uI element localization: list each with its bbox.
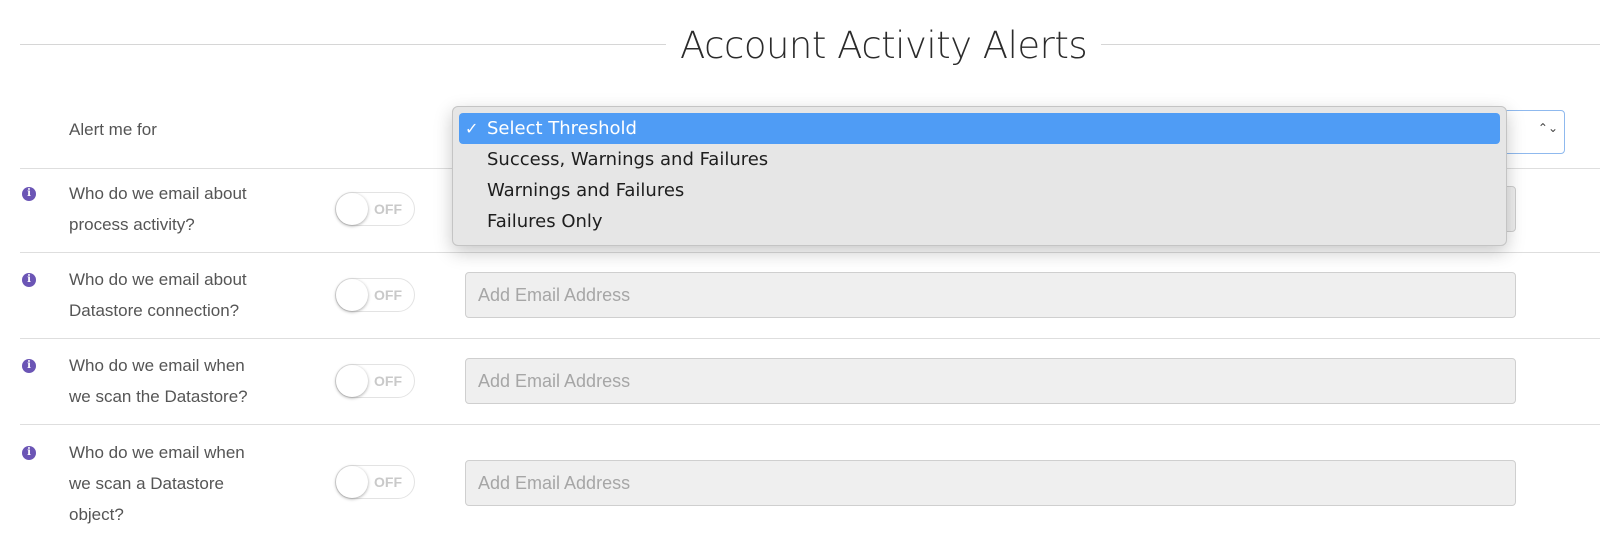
alert-question-line: we scan the Datastore? [69,387,248,406]
info-icon[interactable]: i [22,446,36,460]
option-label: Success, Warnings and Failures [487,149,769,170]
info-icon[interactable]: i [22,359,36,373]
page-title: Account Activity Alerts [666,18,1102,74]
alert-row-datastore-object-scan: i Who do we email when we scan a Datasto… [20,425,1600,542]
toggle-knob [336,193,368,225]
chevron-updown-icon: ⌃⌄ [1537,121,1558,135]
process-activity-toggle[interactable]: OFF [335,192,415,226]
threshold-option-success-warnings-failures[interactable]: Success, Warnings and Failures [459,144,1500,175]
info-icon[interactable]: i [22,273,36,287]
threshold-dropdown-menu: ✓ Select Threshold Success, Warnings and… [452,106,1507,246]
threshold-option-failures-only[interactable]: Failures Only [459,206,1500,237]
datastore-scan-email-input[interactable] [465,358,1516,404]
alert-question-line: we scan a Datastore [69,474,224,493]
section-header: Account Activity Alerts [20,0,1600,95]
datastore-connection-email-input[interactable] [465,272,1516,318]
toggle-state: OFF [374,373,402,389]
option-label: Failures Only [487,211,603,232]
alert-question-line: object? [69,505,124,524]
toggle-state: OFF [374,474,402,490]
threshold-option-warnings-failures[interactable]: Warnings and Failures [459,175,1500,206]
alert-row-datastore-scan: i Who do we email when we scan the Datas… [20,339,1600,425]
checkmark-icon: ✓ [465,119,479,138]
alert-question-line: Who do we email when [69,356,245,375]
info-icon[interactable]: i [22,187,36,201]
alert-question-line: Who do we email when [69,443,245,462]
datastore-object-scan-email-input[interactable] [465,460,1516,506]
toggle-state: OFF [374,287,402,303]
alert-question-line: Who do we email about [69,270,247,289]
threshold-option-select-threshold[interactable]: ✓ Select Threshold [459,113,1500,144]
datastore-scan-toggle[interactable]: OFF [335,364,415,398]
toggle-knob [336,365,368,397]
alert-row-datastore-connection: i Who do we email about Datastore connec… [20,253,1600,339]
datastore-object-scan-toggle[interactable]: OFF [335,465,415,499]
toggle-knob [336,466,368,498]
toggle-knob [336,279,368,311]
toggle-state: OFF [374,201,402,217]
alert-question: Who do we email when we scan a Datastore… [69,437,245,530]
alert-question-line: Datastore connection? [69,301,240,320]
alert-question-line: process activity? [69,215,195,234]
option-label: Warnings and Failures [487,180,685,201]
alert-question: Who do we email about Datastore connecti… [69,264,247,326]
alert-question-line: Who do we email about [69,184,247,203]
threshold-label: Alert me for [69,120,157,139]
datastore-connection-toggle[interactable]: OFF [335,278,415,312]
alert-question: Who do we email about process activity? [69,178,247,240]
option-label: Select Threshold [487,118,637,139]
alert-question: Who do we email when we scan the Datasto… [69,350,248,412]
